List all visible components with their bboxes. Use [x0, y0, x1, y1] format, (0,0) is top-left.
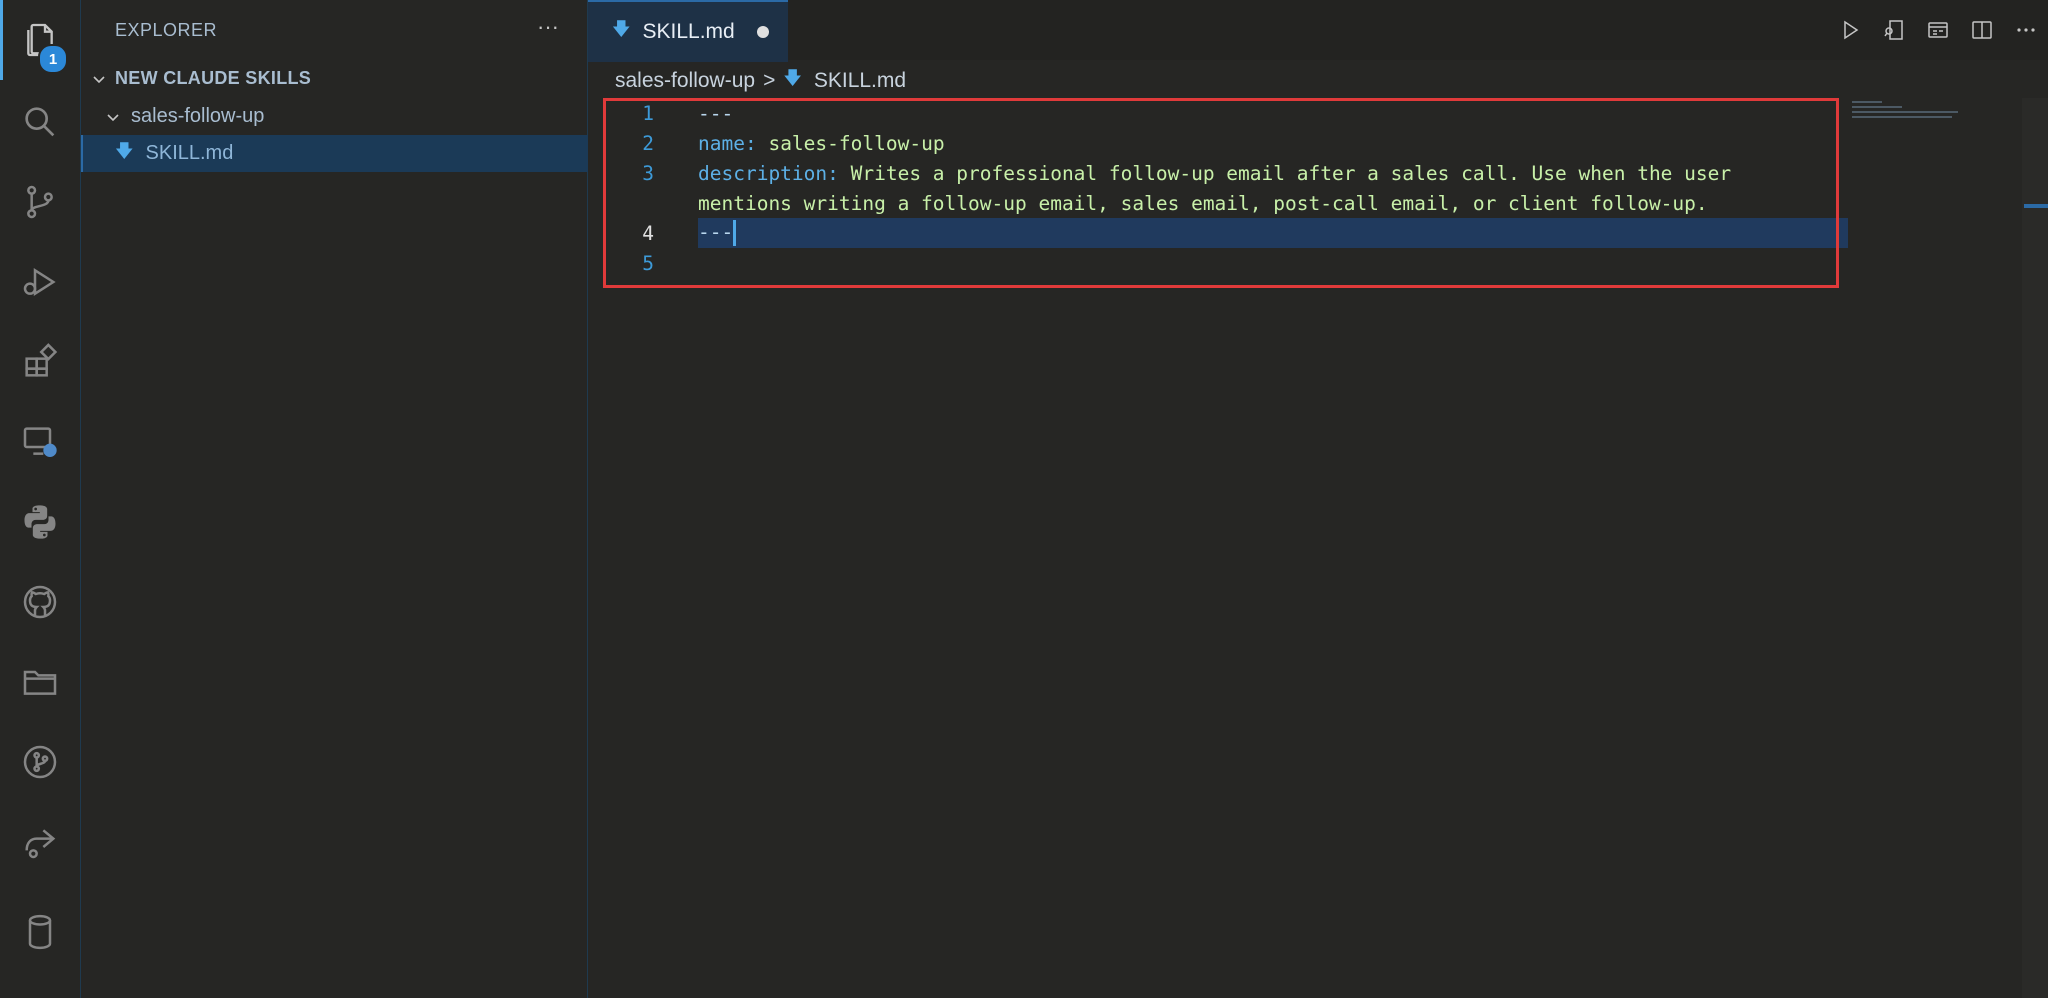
vertical-scrollbar[interactable] [2022, 98, 2048, 998]
notification-badge: 1 [38, 44, 68, 74]
explorer-icon[interactable]: 1 [0, 0, 80, 80]
more-icon[interactable] [2004, 18, 2048, 42]
breadcrumb-separator: > [763, 69, 776, 92]
tab-skill-md[interactable]: 🡇 SKILL.md [588, 0, 788, 62]
python-icon[interactable] [0, 482, 80, 562]
chevron-down-icon [107, 113, 119, 121]
run-debug-icon[interactable] [0, 242, 80, 322]
tab-bar: 🡇 SKILL.md [588, 0, 2048, 62]
text-cursor [733, 220, 737, 246]
folder-label: sales-follow-up [131, 105, 265, 127]
editor-actions [1828, 0, 2048, 60]
split-editor-icon[interactable] [1960, 18, 2004, 42]
source-control-icon[interactable] [0, 162, 80, 242]
search-icon[interactable] [0, 82, 80, 162]
explorer-sidebar: EXPLORER ··· NEW CLAUDE SKILLS sales-fol… [81, 0, 589, 998]
git-graph-icon[interactable] [0, 722, 80, 802]
breadcrumb-file[interactable]: SKILL.md [814, 69, 906, 93]
tab-label: SKILL.md [642, 20, 735, 43]
file-label: SKILL.md [145, 142, 234, 164]
folder-icon[interactable] [0, 642, 80, 722]
workspace-header[interactable]: NEW CLAUDE SKILLS [81, 60, 587, 97]
extensions-icon[interactable] [0, 322, 80, 402]
scrollbar-cursor-marker [2024, 204, 2048, 208]
preview-icon[interactable] [1916, 18, 1960, 42]
line-text: --- [698, 220, 734, 244]
workspace-name: NEW CLAUDE SKILLS [115, 68, 312, 88]
open-preview-icon[interactable] [1872, 18, 1916, 42]
run-icon[interactable] [1828, 18, 1872, 42]
database-icon[interactable] [0, 892, 80, 972]
breadcrumb-folder[interactable]: sales-follow-up [615, 69, 755, 93]
remote-explorer-icon[interactable] [0, 402, 80, 482]
sidebar-title: EXPLORER [115, 20, 218, 40]
activity-bar: 1 [0, 0, 81, 998]
breadcrumb: sales-follow-up > 🡇 SKILL.md [615, 66, 906, 96]
more-actions-button[interactable]: ··· [537, 14, 559, 40]
folder-item[interactable]: sales-follow-up [81, 98, 587, 135]
file-item[interactable]: 🡇 SKILL.md [81, 135, 589, 172]
annotation-highlight-box [603, 98, 1839, 288]
minimap[interactable] [1852, 98, 1962, 218]
markdown-icon: 🡇 [612, 19, 631, 39]
markdown-icon: 🡇 [783, 68, 802, 88]
markdown-icon: 🡇 [115, 140, 134, 161]
chevron-down-icon [93, 75, 105, 83]
github-icon[interactable] [0, 562, 80, 642]
share-icon[interactable] [0, 802, 80, 882]
unsaved-dot-icon[interactable] [756, 26, 769, 38]
